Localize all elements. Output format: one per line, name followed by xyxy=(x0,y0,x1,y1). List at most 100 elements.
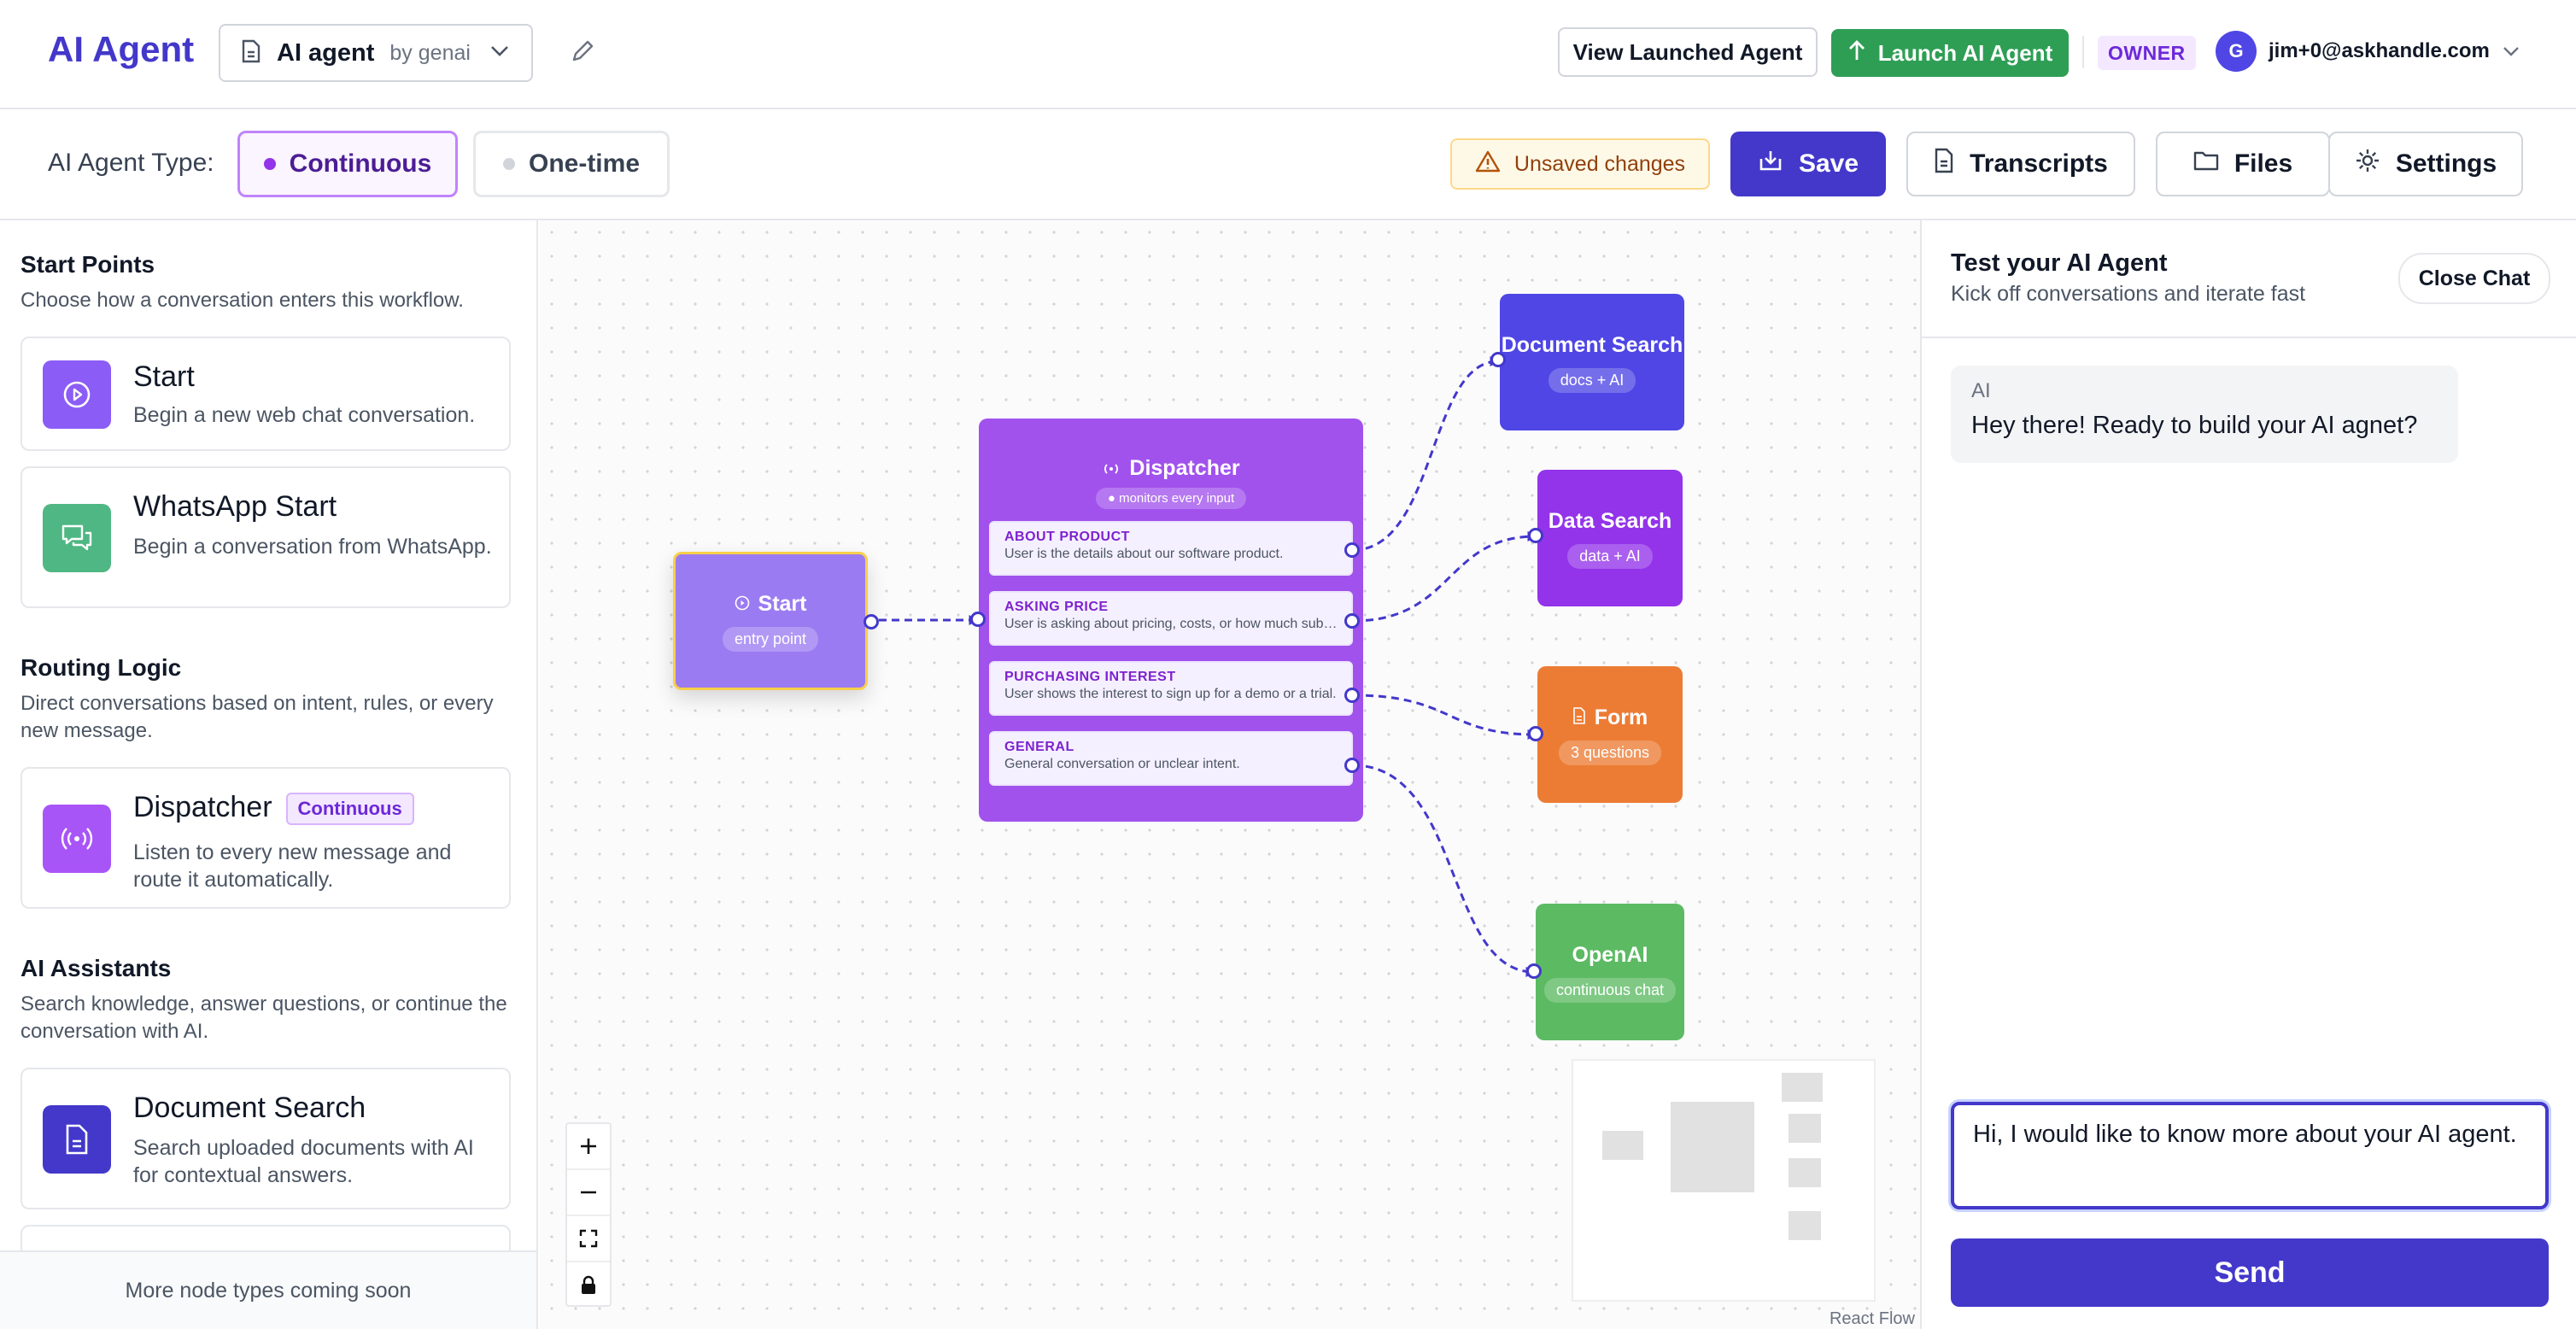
user-menu[interactable]: G jim+0@askhandle.com xyxy=(2216,31,2520,72)
agent-owner: by genai xyxy=(389,40,471,65)
output-handle[interactable] xyxy=(864,614,879,629)
chat-title: Test your AI Agent xyxy=(1951,249,2168,277)
lock-button[interactable] xyxy=(567,1262,610,1309)
node-subtitle-wrapper: ● monitors every input xyxy=(1095,488,1247,509)
zoom-in-button[interactable] xyxy=(567,1124,610,1170)
input-handle[interactable] xyxy=(1526,963,1542,979)
chevron-down-icon xyxy=(489,44,510,62)
files-button[interactable]: Files xyxy=(2156,132,2330,196)
input-handle[interactable] xyxy=(970,612,986,627)
view-launched-agent-button[interactable]: View Launched Agent xyxy=(1558,27,1818,77)
input-handle[interactable] xyxy=(1528,726,1543,741)
chat-message-input[interactable]: Hi, I would like to know more about your… xyxy=(1951,1102,2549,1209)
edit-pencil-icon[interactable] xyxy=(569,38,596,69)
flow-node-dispatcher[interactable]: Dispatcher ● monitors every input ABOUT … xyxy=(970,419,1363,822)
send-button[interactable]: Send xyxy=(1951,1238,2549,1307)
node-palette: Start Points Choose how a conversation e… xyxy=(0,220,538,1329)
edge-about-product xyxy=(1352,356,1501,552)
flow-node-form[interactable]: Form 3 questions xyxy=(1528,666,1683,803)
close-chat-button[interactable]: Close Chat xyxy=(2398,253,2550,304)
gear-icon xyxy=(2355,148,2380,180)
palette-node-document-search[interactable]: Document Search Search uploaded document… xyxy=(20,1068,511,1209)
agent-type-label: AI Agent Type: xyxy=(48,149,214,177)
route-handle-general[interactable] xyxy=(1344,758,1360,773)
arrow-up-icon xyxy=(1847,39,1866,67)
palette-node-desc: Begin a new web chat conversation. xyxy=(133,403,476,427)
launch-agent-button[interactable]: Launch AI Agent xyxy=(1831,29,2069,77)
route-about-product[interactable]: ABOUT PRODUCT User is the details about … xyxy=(989,521,1353,576)
palette-node-desc: Listen to every new message and route it… xyxy=(133,840,452,892)
section-title-start-points: Start Points xyxy=(20,251,155,278)
node-title: OpenAI xyxy=(1572,943,1648,967)
palette-node-title: Start xyxy=(133,360,195,393)
selected-dot-icon xyxy=(263,158,276,170)
save-button[interactable]: Save xyxy=(1730,132,1886,196)
node-title: Dispatcher xyxy=(1129,456,1240,480)
section-title-routing: Routing Logic xyxy=(20,654,182,681)
route-label: ASKING PRICE xyxy=(1004,600,1109,614)
header-divider xyxy=(2082,36,2084,68)
node-title: Document Search xyxy=(1501,333,1683,357)
input-handle[interactable] xyxy=(1490,352,1506,367)
flow-node-data-search[interactable]: Data Search data + AI xyxy=(1528,470,1683,606)
transcripts-button[interactable]: Transcripts xyxy=(1906,132,2135,196)
route-desc: User shows the interest to sign up for a… xyxy=(1004,687,1337,701)
role-badge: OWNER xyxy=(2098,36,2196,70)
app-brand[interactable]: AI Agent xyxy=(48,29,194,70)
minimap-node xyxy=(1671,1102,1754,1192)
settings-label: Settings xyxy=(2395,149,2497,178)
route-purchasing-interest[interactable]: PURCHASING INTEREST User shows the inter… xyxy=(989,661,1353,716)
folder-icon xyxy=(2193,149,2219,179)
node-subtitle: data + AI xyxy=(1567,544,1653,569)
route-handle-purchasing-interest[interactable] xyxy=(1344,688,1360,703)
settings-button[interactable]: Settings xyxy=(2328,132,2523,196)
route-general[interactable]: GENERAL General conversation or unclear … xyxy=(989,731,1353,786)
node-title: Start xyxy=(758,592,807,616)
save-icon xyxy=(1758,149,1783,179)
route-handle-about-product[interactable] xyxy=(1344,542,1360,558)
message-sender: AI xyxy=(1971,379,1991,402)
flow-node-openai[interactable]: OpenAI continuous chat xyxy=(1526,904,1684,1040)
route-desc: User is asking about pricing, costs, or … xyxy=(1004,617,1338,631)
chat-subtitle: Kick off conversations and iterate fast xyxy=(1951,282,2306,306)
chevron-down-icon xyxy=(2502,39,2520,63)
react-flow-attribution[interactable]: React Flow xyxy=(1830,1309,1915,1329)
type-option-label: Continuous xyxy=(289,149,432,178)
minimap-node xyxy=(1789,1211,1821,1240)
input-handle[interactable] xyxy=(1528,528,1543,543)
unsaved-changes-indicator: Unsaved changes xyxy=(1450,138,1710,190)
editor-toolbar: AI Agent Type: Continuous One-time Unsav… xyxy=(0,109,2576,220)
broadcast-icon xyxy=(1102,456,1121,481)
flow-node-start[interactable]: Start entry point xyxy=(673,552,879,690)
route-label: GENERAL xyxy=(1004,740,1074,754)
agent-selector[interactable]: AI agent by genai xyxy=(219,24,533,82)
unsaved-label: Unsaved changes xyxy=(1513,151,1686,176)
type-option-one-time[interactable]: One-time xyxy=(473,131,670,197)
message-text: Hey there! Ready to build your AI agnet? xyxy=(1971,412,2418,439)
minimap[interactable] xyxy=(1572,1059,1876,1302)
node-subtitle: entry point xyxy=(722,627,819,652)
section-desc-start-points: Choose how a conversation enters this wo… xyxy=(20,289,464,312)
route-handle-asking-price[interactable] xyxy=(1344,613,1360,629)
minimap-node xyxy=(1782,1073,1823,1102)
test-chat-panel: Test your AI Agent Kick off conversation… xyxy=(1920,220,2576,1329)
route-desc: General conversation or unclear intent. xyxy=(1004,757,1240,771)
fit-view-button[interactable] xyxy=(567,1216,610,1262)
flow-node-document-search[interactable]: Document Search docs + AI xyxy=(1490,294,1684,430)
palette-node-dispatcher[interactable]: Dispatcher Continuous Listen to every new… xyxy=(20,767,511,909)
broadcast-icon xyxy=(43,805,111,873)
chat-bubbles-icon xyxy=(43,504,111,572)
palette-node-whatsapp-start[interactable]: WhatsApp Start Begin a conversation from… xyxy=(20,466,511,608)
type-option-continuous[interactable]: Continuous xyxy=(237,131,458,197)
route-asking-price[interactable]: ASKING PRICE User is asking about pricin… xyxy=(989,591,1353,646)
palette-footer: More node types coming soon xyxy=(0,1250,536,1329)
flow-canvas[interactable]: Start entry point Dispatcher ● monitors … xyxy=(540,220,1920,1329)
warning-icon xyxy=(1475,149,1501,179)
node-subtitle: monitors every input xyxy=(1119,491,1235,506)
palette-node-start[interactable]: Start Begin a new web chat conversation. xyxy=(20,337,511,451)
palette-node-title: Document Search xyxy=(133,1092,366,1124)
document-icon xyxy=(1934,148,1954,180)
palette-node-desc: Begin a conversation from WhatsApp. xyxy=(133,535,492,559)
save-label: Save xyxy=(1798,149,1859,178)
zoom-out-button[interactable] xyxy=(567,1170,610,1216)
